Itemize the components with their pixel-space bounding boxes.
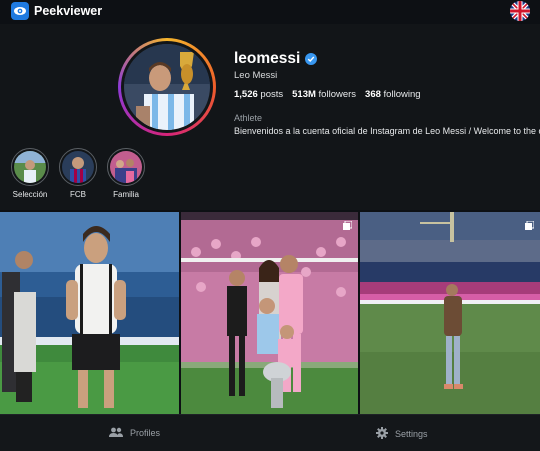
nav-settings-label: Settings xyxy=(395,429,428,439)
uk-flag-icon[interactable] xyxy=(510,1,530,21)
bottom-nav: Profiles Settings xyxy=(0,414,540,451)
highlight-label: Selección xyxy=(12,190,48,199)
stat-followers[interactable]: 513M followers xyxy=(292,89,356,100)
eye-icon[interactable] xyxy=(11,2,29,20)
highlight-seleccion[interactable]: Selección xyxy=(10,148,50,199)
highlight-label: FCB xyxy=(70,190,86,199)
profile-picture xyxy=(124,44,210,130)
category-label: Athlete xyxy=(234,113,263,123)
nav-profiles-label: Profiles xyxy=(130,428,161,438)
bio-text: Bienvenidos a la cuenta oficial de Insta… xyxy=(234,126,540,136)
verified-badge-icon xyxy=(305,53,318,65)
carousel-icon xyxy=(525,217,535,230)
highlight-familia[interactable]: Familia xyxy=(106,148,146,199)
carousel-icon xyxy=(343,217,353,230)
full-name: Leo Messi xyxy=(234,70,278,81)
post-grid xyxy=(0,212,540,414)
avatar[interactable] xyxy=(118,38,216,136)
highlight-fcb[interactable]: FCB xyxy=(58,148,98,199)
username-row: leomessi xyxy=(234,50,318,68)
app-title[interactable]: Peekviewer xyxy=(34,4,102,18)
top-bar: Peekviewer xyxy=(0,0,540,24)
nav-profiles[interactable]: Profiles xyxy=(109,427,160,439)
stat-following[interactable]: 368 following xyxy=(365,89,420,100)
post-stadium-photo[interactable] xyxy=(360,212,540,414)
nav-settings[interactable]: Settings xyxy=(376,427,428,441)
username: leomessi xyxy=(234,50,301,67)
profile-stats: 1,526 posts 513M followers 368 following xyxy=(234,89,421,100)
gear-icon xyxy=(376,427,388,441)
stat-posts: 1,526 posts xyxy=(234,89,284,100)
highlight-label: Familia xyxy=(113,190,139,199)
post-family-photo[interactable] xyxy=(181,212,358,414)
users-icon xyxy=(109,427,123,439)
profile-header: leomessi Leo Messi 1,526 posts 513M foll… xyxy=(0,24,540,210)
post-training-photo[interactable] xyxy=(0,212,179,414)
